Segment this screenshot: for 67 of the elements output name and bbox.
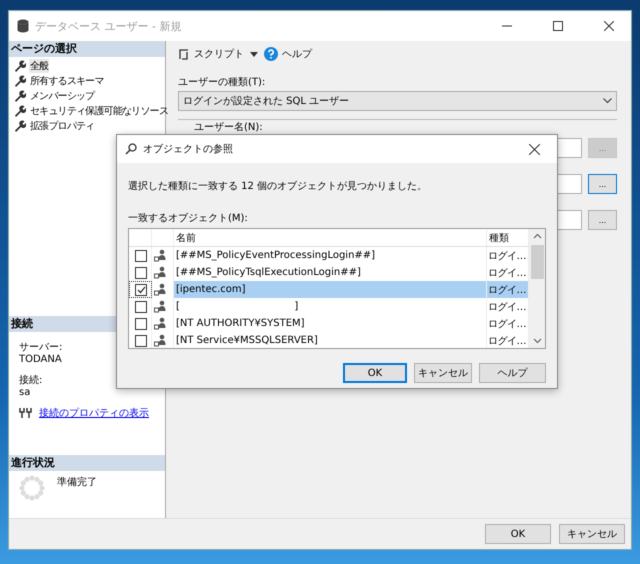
page-item[interactable]: 所有するスキーマ	[29, 74, 105, 88]
dialog-button[interactable]: OK	[343, 363, 407, 383]
page-item[interactable]: メンバーシップ	[29, 89, 96, 103]
user-icon	[154, 317, 166, 330]
user-icon	[154, 266, 166, 279]
database-icon	[17, 19, 29, 33]
caret-icon[interactable]	[250, 52, 258, 56]
scroll-thumb[interactable]	[531, 245, 544, 279]
server-value: TODANA	[19, 354, 62, 365]
search-icon	[125, 143, 137, 155]
column-header[interactable]: 名前	[174, 229, 487, 246]
checkbox[interactable]	[135, 266, 147, 278]
plug-icon	[19, 407, 33, 419]
page-item[interactable]: 拡張プロパティ	[29, 119, 96, 133]
wrench-icon	[14, 120, 26, 132]
help-icon	[264, 47, 278, 61]
user-icon	[154, 249, 166, 262]
table-cell: [NT AUTHORITY¥SYSTEM]	[174, 315, 487, 332]
table-cell: [NT Service¥MSSQLSERVER]	[174, 332, 487, 348]
spinner-icon	[19, 475, 45, 501]
checkbox[interactable]	[135, 334, 147, 346]
page-item[interactable]: セキュリティ保護可能なリソース	[29, 104, 170, 118]
window-title: データベース ユーザー - 新規	[35, 18, 182, 34]
checkbox[interactable]	[135, 284, 147, 296]
checkbox[interactable]	[135, 300, 147, 312]
user-type-dropdown[interactable]: ログインが設定された SQL ユーザー	[178, 91, 617, 111]
script-button[interactable]: スクリプト	[178, 47, 244, 61]
server-label: サーバー:	[19, 341, 62, 354]
dialog-button[interactable]: キャンセル	[414, 363, 472, 383]
page-item[interactable]: 全般	[29, 59, 50, 73]
chevron-down-icon	[603, 98, 612, 104]
progress-status: 準備完了	[57, 476, 97, 489]
table-cell: [ipentec.com]	[174, 281, 487, 298]
wrench-icon	[14, 75, 26, 87]
browse-button[interactable]: ...	[588, 210, 617, 230]
checkbox[interactable]	[135, 250, 147, 262]
scrollbar[interactable]	[529, 229, 545, 348]
user-icon	[154, 283, 166, 296]
check-icon	[136, 286, 146, 294]
table-cell: [##MS_PolicyEventProcessingLogin##]	[174, 247, 487, 264]
checkbox[interactable]	[135, 318, 147, 330]
dialog-button[interactable]: キャンセル	[559, 524, 625, 544]
connection-value: sa	[19, 387, 30, 398]
user-icon	[154, 300, 166, 313]
table-cell: [ ]	[174, 298, 487, 315]
help-button[interactable]: ヘルプ	[264, 47, 312, 61]
connection-label: 接続:	[19, 374, 42, 387]
user-type-label: ユーザーの種類(T):	[178, 77, 266, 89]
wrench-icon	[14, 90, 26, 102]
user-icon	[154, 334, 166, 347]
close-icon[interactable]	[604, 21, 614, 31]
dialog-title: オブジェクトの参照	[143, 142, 234, 156]
result-message: 選択した種類に一致する 12 個のオブジェクトが見つかりました。	[128, 180, 428, 193]
table-cell: ログイ…	[487, 281, 529, 298]
browse-button[interactable]: ...	[588, 174, 617, 194]
section-header: 進行状況	[9, 455, 165, 471]
user-name-label: ユーザー名(N):	[194, 122, 263, 133]
wrench-icon	[14, 105, 26, 117]
connection-properties-link[interactable]: 接続のプロパティの表示	[39, 406, 149, 420]
dialog-button[interactable]: ヘルプ	[479, 363, 546, 383]
close-icon[interactable]	[529, 144, 540, 154]
maximize-icon[interactable]	[552, 21, 562, 31]
script-icon	[178, 48, 190, 60]
list-label: 一致するオブジェクト(M):	[128, 212, 248, 225]
wrench-icon	[14, 60, 26, 72]
section-header: ページの選択	[9, 41, 165, 57]
dialog-button[interactable]: OK	[485, 524, 551, 544]
